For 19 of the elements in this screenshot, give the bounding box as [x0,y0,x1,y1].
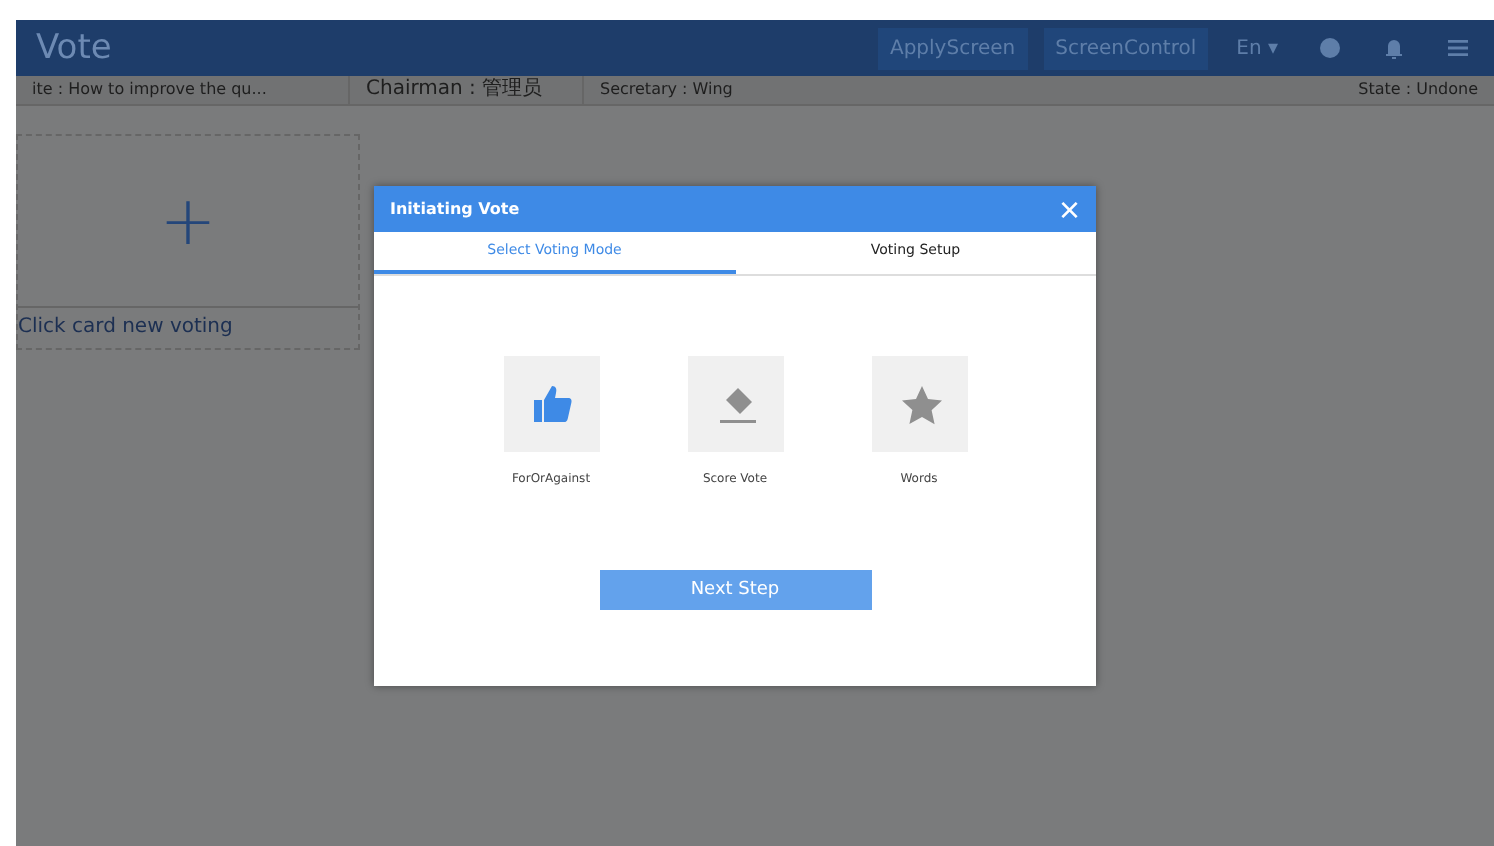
new-voting-card[interactable]: + Click card new voting [16,134,360,350]
circle-icon[interactable] [1318,36,1342,60]
secretary-text: Secretary : Wing [598,78,735,102]
dialog-title: Initiating Vote [390,200,520,218]
state-text: State : Undone [1356,78,1480,102]
next-step-button[interactable]: Next Step [599,570,871,610]
language-selector[interactable]: En ▾ [1236,37,1278,59]
chairman-text: Chairman : 管理员 [350,76,584,104]
card-label: Click card new voting [18,314,235,342]
topic-text: ite : How to improve the qu... [16,76,350,104]
close-button[interactable]: × [1058,191,1080,227]
bell-icon[interactable] [1382,36,1406,60]
thumbs-up-icon [529,382,573,426]
app-title: Vote [36,28,114,68]
star-icon [897,382,941,426]
plus-icon: + [159,181,217,261]
header-button[interactable]: ApplyScreen [877,27,1028,69]
header-button[interactable]: ScreenControl [1043,27,1209,69]
menu-icon[interactable] [1446,36,1470,60]
